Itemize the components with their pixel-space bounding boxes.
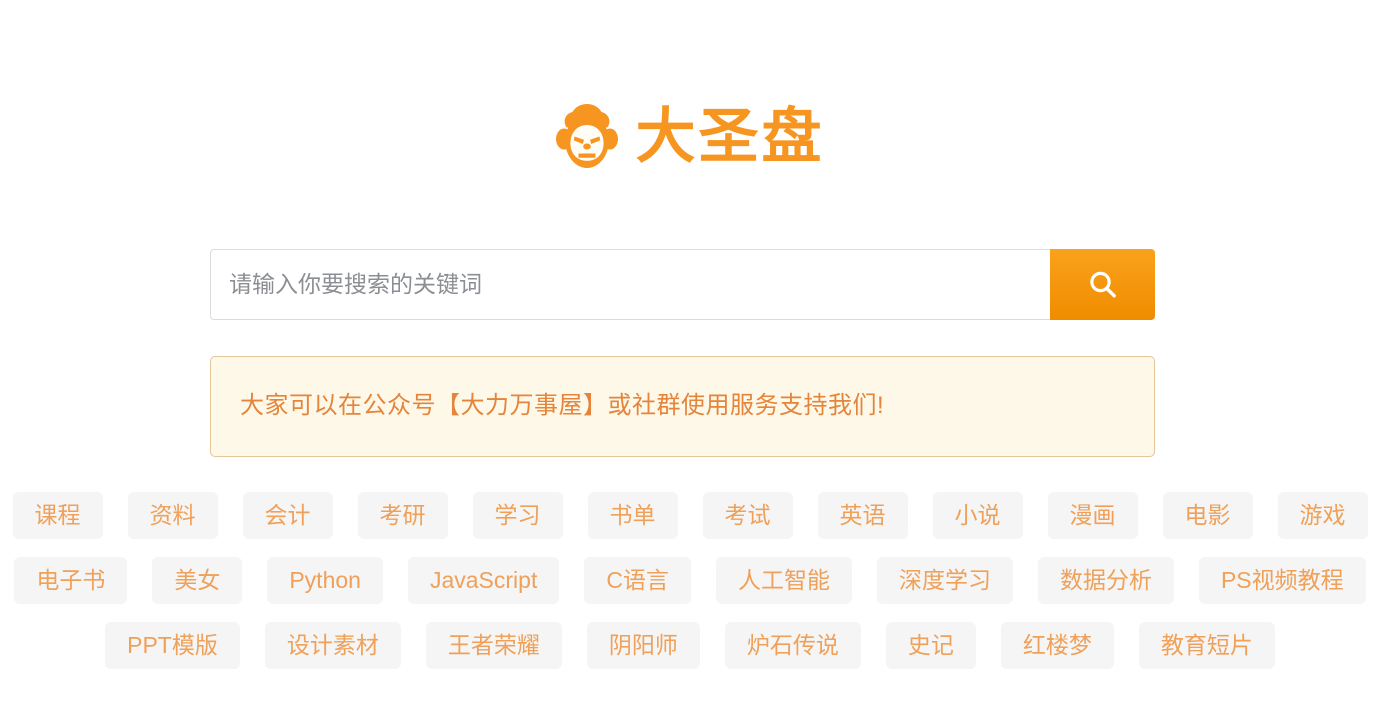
tag-item[interactable]: 炉石传说 [724, 622, 861, 669]
tag-item[interactable]: 深度学习 [876, 557, 1013, 604]
tag-row: PPT模版 设计素材 王者荣耀 阴阳师 炉石传说 史记 红楼梦 教育短片 [0, 622, 1380, 669]
tag-item[interactable]: PS视频教程 [1198, 557, 1366, 604]
search-button[interactable] [1050, 249, 1155, 320]
tag-item[interactable]: 红楼梦 [1000, 622, 1114, 669]
tag-item[interactable]: 考试 [702, 492, 793, 539]
tag-item[interactable]: 学习 [472, 492, 563, 539]
tag-item[interactable]: 数据分析 [1037, 557, 1174, 604]
tag-item[interactable]: 电影 [1162, 492, 1253, 539]
tag-item[interactable]: 人工智能 [715, 557, 852, 604]
tag-item[interactable]: 史记 [885, 622, 976, 669]
tag-item[interactable]: PPT模版 [105, 622, 240, 669]
tag-item[interactable]: 美女 [152, 557, 243, 604]
tag-row: 电子书 美女 Python JavaScript C语言 人工智能 深度学习 数… [0, 557, 1380, 604]
tag-item[interactable]: 阴阳师 [586, 622, 700, 669]
notice-text: 大家可以在公众号【大力万事屋】或社群使用服务支持我们! [240, 392, 885, 420]
tag-item[interactable]: C语言 [584, 557, 691, 604]
search-input[interactable] [210, 249, 1050, 320]
tag-item[interactable]: 游戏 [1277, 492, 1368, 539]
site-logo[interactable]: 大圣盘 [0, 92, 1380, 182]
tag-item[interactable]: 漫画 [1047, 492, 1138, 539]
page-root: 大圣盘 大家可以在公众号【大力万事屋】或社群使用服务支持我们! 课程 资料 会计… [0, 0, 1380, 724]
hot-keyword-tag-list: 课程 资料 会计 考研 学习 书单 考试 英语 小说 漫画 电影 游戏 电子书 … [0, 492, 1380, 687]
tag-item[interactable]: 电子书 [14, 557, 128, 604]
tag-item[interactable]: 会计 [242, 492, 333, 539]
tag-item[interactable]: 王者荣耀 [425, 622, 562, 669]
tag-item[interactable]: JavaScript [407, 557, 560, 604]
tag-item[interactable]: 教育短片 [1138, 622, 1275, 669]
tag-row: 课程 资料 会计 考研 学习 书单 考试 英语 小说 漫画 电影 游戏 [0, 492, 1380, 539]
tag-item[interactable]: 设计素材 [264, 622, 401, 669]
site-logo-text: 大圣盘 [635, 103, 825, 170]
monkey-head-icon [555, 103, 618, 171]
tag-item[interactable]: 书单 [587, 492, 678, 539]
tag-item[interactable]: 考研 [357, 492, 448, 539]
tag-item[interactable]: Python [267, 557, 383, 604]
notice-banner: 大家可以在公众号【大力万事屋】或社群使用服务支持我们! [210, 356, 1155, 457]
search-bar [210, 249, 1155, 320]
tag-item[interactable]: 资料 [127, 492, 218, 539]
tag-item[interactable]: 课程 [12, 492, 103, 539]
tag-item[interactable]: 英语 [817, 492, 908, 539]
search-icon [1085, 267, 1121, 303]
tag-item[interactable]: 小说 [932, 492, 1023, 539]
